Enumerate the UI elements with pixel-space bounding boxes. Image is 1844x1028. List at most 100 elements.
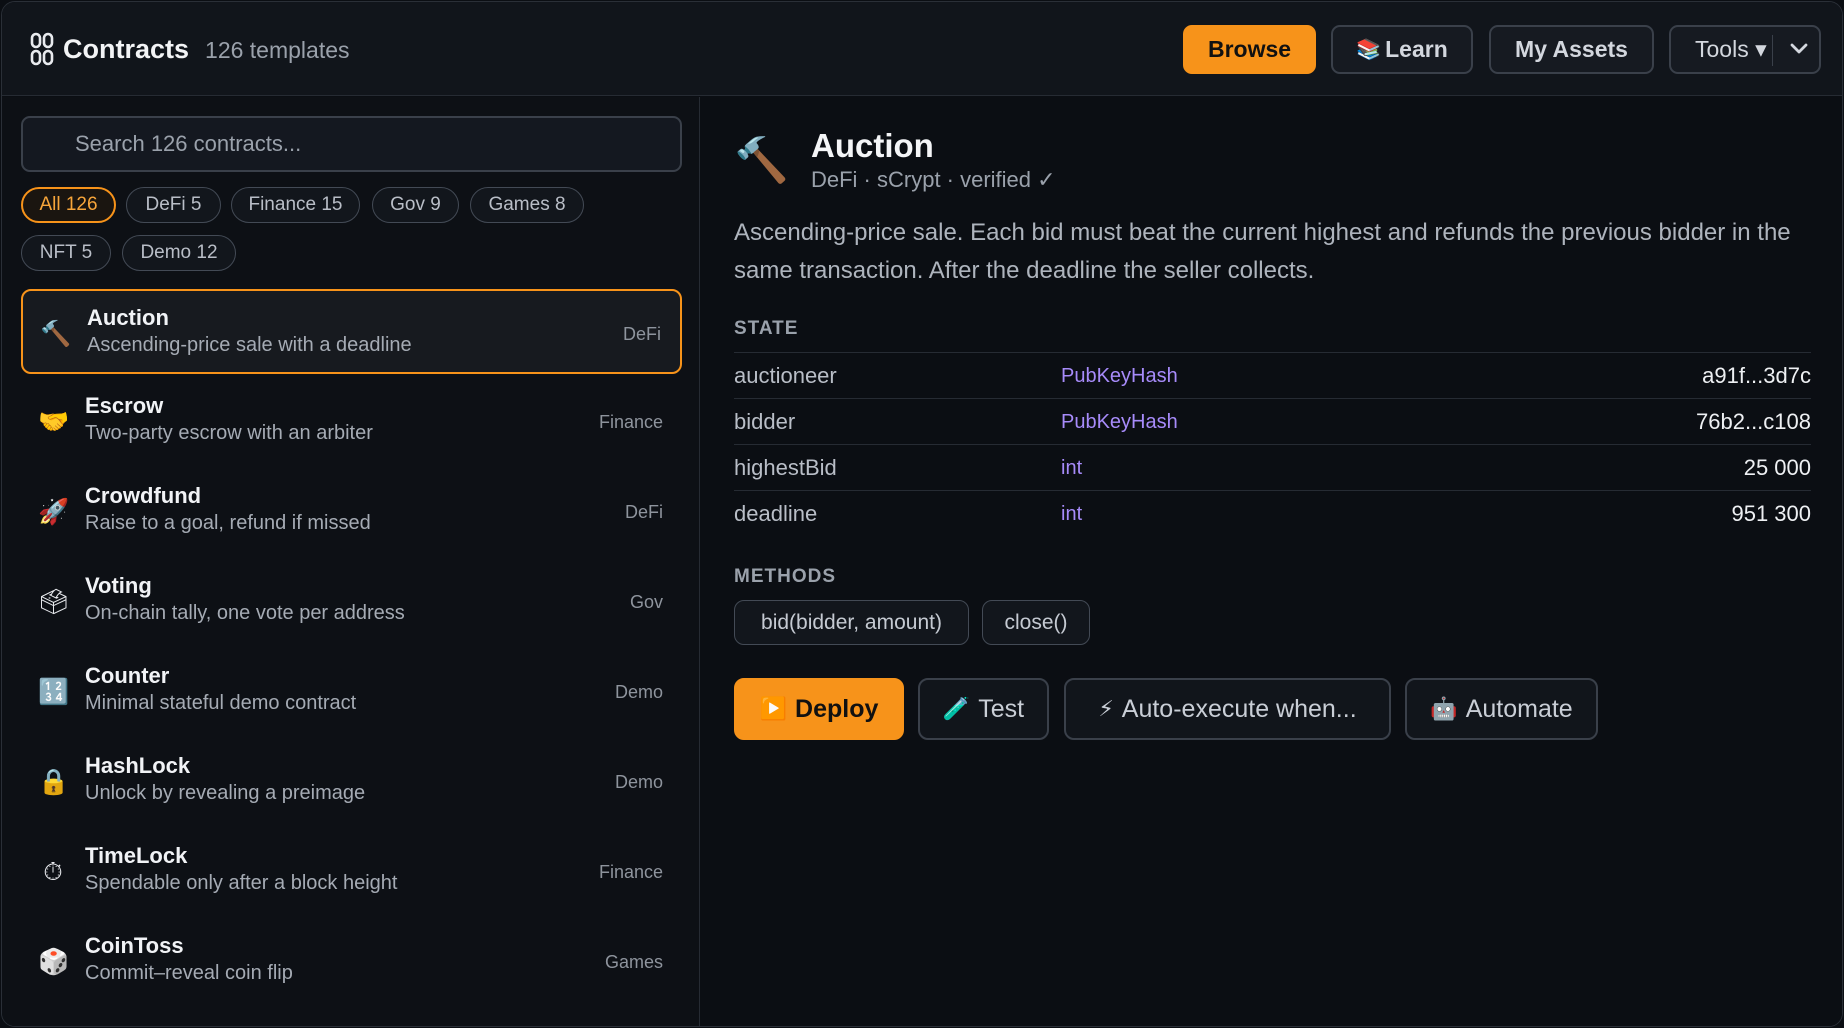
filter-chip-all[interactable]: All 126 [21, 187, 116, 223]
contract-name: Escrow [85, 393, 164, 418]
chevron-down-icon[interactable] [1789, 39, 1809, 59]
contract-description: Two-party escrow with an arbiter [85, 422, 373, 444]
deploy-label: Deploy [795, 694, 879, 723]
list-item[interactable]: 🚀 Crowdfund Raise to a goal, refund if m… [21, 469, 682, 554]
contract-category: Finance [598, 862, 663, 882]
method-chip-bid[interactable]: bid(bidder, amount) [734, 600, 969, 645]
handshake-icon: 🤝 [38, 408, 70, 436]
dice-icon: 🎲 [38, 948, 70, 976]
state-type: PubKeyHash [1061, 411, 1178, 433]
table-row: deadline int 951 300 [734, 490, 1811, 536]
tools-dropdown[interactable]: Tools ▾ [1669, 25, 1821, 74]
list-item[interactable]: 🗳 Voting On-chain tally, one vote per ad… [21, 559, 682, 644]
contract-description: On-chain tally, one vote per address [85, 602, 405, 624]
contract-long-description: Ascending-price sale. Each bid must beat… [734, 219, 1791, 284]
learn-label: Learn [1385, 36, 1448, 62]
search-input[interactable] [75, 118, 675, 170]
contract-category: Finance [598, 412, 663, 432]
my-assets-button[interactable]: My Assets [1489, 25, 1654, 74]
contract-category: Games [604, 952, 663, 972]
contract-name: Auction [87, 305, 169, 330]
test-button[interactable]: 🧪 Test [918, 678, 1049, 740]
contract-category: Gov [629, 592, 663, 612]
contract-category: Demo [614, 772, 663, 792]
table-row: highestBid int 25 000 [734, 444, 1811, 490]
robot-icon: 🤖 [1430, 696, 1458, 721]
learn-button[interactable]: 📚 Learn [1331, 25, 1473, 74]
state-key: deadline [734, 501, 818, 526]
methods-section-heading: METHODS [734, 566, 836, 587]
search-box[interactable] [21, 116, 682, 172]
filter-chip-nft[interactable]: NFT 5 [21, 235, 111, 271]
state-value: a91f...3d7c [1702, 363, 1811, 388]
list-item[interactable]: 🔢 Counter Minimal stateful demo contract… [21, 649, 682, 734]
books-icon: 📚 [1356, 39, 1382, 61]
contract-description: Spendable only after a block height [85, 872, 398, 894]
play-icon: ▶️ [759, 696, 788, 721]
browse-label: Browse [1207, 36, 1292, 62]
contract-name: Voting [85, 573, 152, 598]
link-chain-icon [30, 32, 54, 66]
deploy-button[interactable]: ▶️ Deploy [734, 678, 904, 740]
automate-button[interactable]: 🤖 Automate [1405, 678, 1598, 740]
filter-chip-defi[interactable]: DeFi 5 [126, 187, 221, 223]
app-title: Contracts [63, 33, 190, 64]
template-count: 126 templates [205, 36, 350, 63]
app-window: Contracts 126 templates Browse 📚 Learn M… [1, 1, 1843, 1027]
auto-execute-label: Auto-execute when... [1121, 694, 1357, 723]
table-row: bidder PubKeyHash 76b2...c108 [734, 398, 1811, 444]
filter-chip-finance[interactable]: Finance 15 [231, 187, 360, 223]
state-key: auctioneer [734, 363, 837, 388]
stopwatch-icon: ⏱ [43, 858, 63, 886]
top-bar: Contracts 126 templates Browse 📚 Learn M… [2, 2, 1842, 96]
automate-label: Automate [1465, 694, 1573, 723]
contract-description: Ascending-price sale with a deadline [87, 334, 412, 356]
state-key: bidder [734, 409, 796, 434]
contract-description: Minimal stateful demo contract [85, 692, 357, 714]
contract-detail-panel: 🔨 Auction DeFi · sCrypt · verified ✓ Asc… [701, 97, 1842, 1026]
numbers-icon: 🔢 [38, 678, 70, 706]
hammer-icon: 🔨 [734, 136, 789, 185]
state-key: highestBid [734, 455, 837, 480]
page-title: Auction [811, 127, 934, 164]
tools-label: Tools ▾ [1695, 36, 1767, 62]
my-assets-label: My Assets [1515, 36, 1628, 62]
filter-chip-games[interactable]: Games 8 [470, 187, 584, 223]
state-type: PubKeyHash [1061, 365, 1178, 387]
list-item[interactable]: 🔨 Auction Ascending-price sale with a de… [21, 289, 682, 374]
contract-meta: DeFi · sCrypt · verified ✓ [811, 167, 1056, 192]
rocket-icon: 🚀 [38, 498, 70, 526]
list-item[interactable]: 🔒 HashLock Unlock by revealing a preimag… [21, 739, 682, 824]
contract-name: Counter [85, 663, 170, 688]
contract-name: CoinToss [85, 933, 184, 958]
test-tube-icon: 🧪 [942, 696, 971, 721]
contract-category: DeFi [624, 502, 663, 522]
contract-name: HashLock [85, 753, 191, 778]
list-item[interactable]: 🎲 CoinToss Commit–reveal coin flip Games [21, 919, 682, 1004]
state-value: 25 000 [1743, 455, 1811, 480]
list-item[interactable]: ⏱ TimeLock Spendable only after a block … [21, 829, 682, 914]
filter-chip-demo[interactable]: Demo 12 [122, 235, 236, 271]
table-row: auctioneer PubKeyHash a91f...3d7c [734, 352, 1811, 398]
lock-icon: 🔒 [38, 768, 70, 796]
brand[interactable]: Contracts 126 templates [29, 32, 350, 66]
state-value: 951 300 [1731, 501, 1811, 526]
dropdown-divider [1772, 35, 1773, 66]
contract-name: TimeLock [85, 843, 188, 868]
state-section-heading: STATE [734, 318, 799, 339]
filter-chip-gov[interactable]: Gov 9 [372, 187, 459, 223]
contract-category: Demo [614, 682, 663, 702]
browse-button[interactable]: Browse [1183, 25, 1316, 74]
hammer-icon: 🔨 [40, 320, 72, 348]
contract-category: DeFi [622, 324, 661, 344]
contract-name: Crowdfund [85, 483, 202, 508]
method-chip-close[interactable]: close() [982, 600, 1090, 645]
state-type: int [1061, 503, 1083, 525]
auto-execute-button[interactable]: ⚡ Auto-execute when... [1064, 678, 1391, 740]
state-value: 76b2...c108 [1696, 409, 1811, 434]
test-label: Test [978, 694, 1025, 723]
contract-description: Raise to a goal, refund if missed [85, 512, 371, 534]
list-item[interactable]: 🤝 Escrow Two-party escrow with an arbite… [21, 379, 682, 464]
contract-description: Commit–reveal coin flip [85, 962, 293, 984]
contract-list-panel: All 126 DeFi 5 Finance 15 Gov 9 Games 8 … [2, 97, 700, 1026]
